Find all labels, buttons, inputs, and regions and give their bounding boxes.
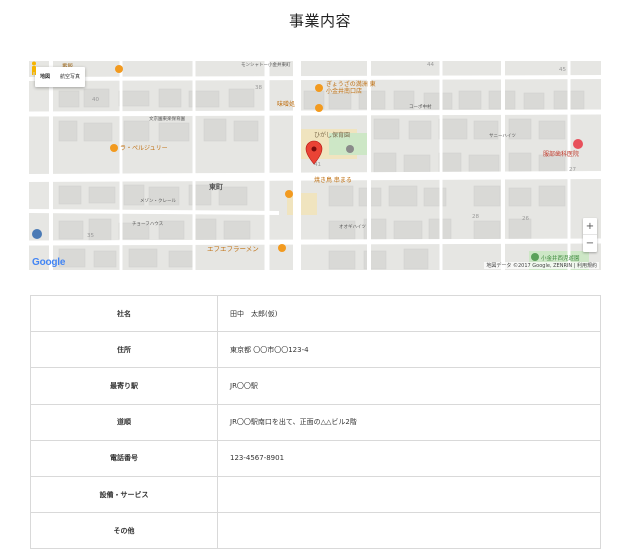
table-row: 設備・サービス <box>30 475 601 514</box>
row-value: JR〇〇駅 <box>217 367 601 405</box>
row-label: 設備・サービス <box>30 475 218 514</box>
company-info-table: 社名 田中 太郎(仮) 住所 東京都 〇〇市〇〇123-4 最寄り駅 JR〇〇駅… <box>30 294 601 550</box>
zoom-out-button[interactable]: − <box>583 235 597 252</box>
map-label-gyoza: 焼き鳥 串まる <box>314 177 352 184</box>
table-row: 電話番号 123-4567-8901 <box>30 439 601 477</box>
map-attribution[interactable]: 地図データ ©2017 Google, ZENRIN | 利用規約 <box>484 262 599 269</box>
map-label-cafe: ラ・ペルジュリー <box>120 145 168 152</box>
row-value: JR〇〇駅南口を出て、正面の△△ビル2階 <box>217 403 601 441</box>
map-label-ramen2: エフエフラーメン <box>207 245 259 253</box>
map-label-num6: 35 <box>87 233 94 239</box>
row-label: 社名 <box>30 294 218 333</box>
map-label-clinic-number: 27 <box>569 167 576 173</box>
zoom-control: + − <box>583 218 597 252</box>
row-value: 田中 太郎(仮) <box>217 294 601 333</box>
map-label-ramen: 味噌処 <box>277 101 296 108</box>
table-row: 最寄り駅 JR〇〇駅 <box>30 367 601 405</box>
map-label-num2: 38 <box>255 85 262 91</box>
map-label-town: 東町 <box>209 183 223 191</box>
map-label-shop1: モンシャトー小金井東町 <box>241 63 291 68</box>
google-logo[interactable]: Google <box>32 257 65 268</box>
row-value <box>217 512 601 550</box>
row-label: 住所 <box>30 331 218 369</box>
google-map[interactable]: 番飯 モンシャトー小金井東町 ぎょうざの満洲 東 小金井南口店 味噌処 ひがし保… <box>29 61 601 270</box>
page-title: 事業内容 <box>288 12 351 30</box>
map-label-num7: 44 <box>427 62 434 68</box>
map-label-building3: オオギハイツ <box>339 225 366 230</box>
map-label-num8: 41 <box>314 162 321 168</box>
map-label-num5: 26 <box>522 216 529 222</box>
map-label-restaurant-top2: 小金井南口店 <box>326 88 363 95</box>
map-label-school: ひがし保育園 <box>314 132 351 139</box>
map-type-control: 地図 航空写真 <box>35 67 86 87</box>
map-label-clinic: 服部歯科医院 <box>543 151 580 158</box>
zoom-in-button[interactable]: + <box>583 218 597 235</box>
map-label-building1: メゾン・クレール <box>140 199 176 204</box>
row-label: 電話番号 <box>30 439 218 477</box>
row-label: その他 <box>30 512 218 550</box>
row-value <box>217 475 601 514</box>
row-label: 最寄り駅 <box>30 367 218 405</box>
table-row: 道順 JR〇〇駅南口を出て、正面の△△ビル2階 <box>30 403 601 441</box>
map-label-num3: 45 <box>559 67 566 73</box>
map-label-num4: 28 <box>472 214 479 220</box>
map-label-num1: 40 <box>92 97 99 103</box>
map-label-building5: サニーハイツ <box>489 134 516 139</box>
row-value: 123-4567-8901 <box>217 439 601 477</box>
map-type-satellite-button[interactable]: 航空写真 <box>55 67 85 87</box>
pegman-icon[interactable] <box>29 61 39 75</box>
table-row: 住所 東京都 〇〇市〇〇123-4 <box>30 331 601 369</box>
map-label-park: 小金井西児遊園 <box>541 256 580 262</box>
map-label-building6: 文京園東楽保育園 <box>149 117 185 122</box>
map-label-building4: コーポ中村 <box>409 105 432 110</box>
table-row: 社名 田中 太郎(仮) <box>30 294 601 333</box>
row-value: 東京都 〇〇市〇〇123-4 <box>217 331 601 369</box>
map-label-building2: チョーフハウス <box>132 222 164 227</box>
row-label: 道順 <box>30 403 218 441</box>
table-row: その他 <box>30 512 601 550</box>
